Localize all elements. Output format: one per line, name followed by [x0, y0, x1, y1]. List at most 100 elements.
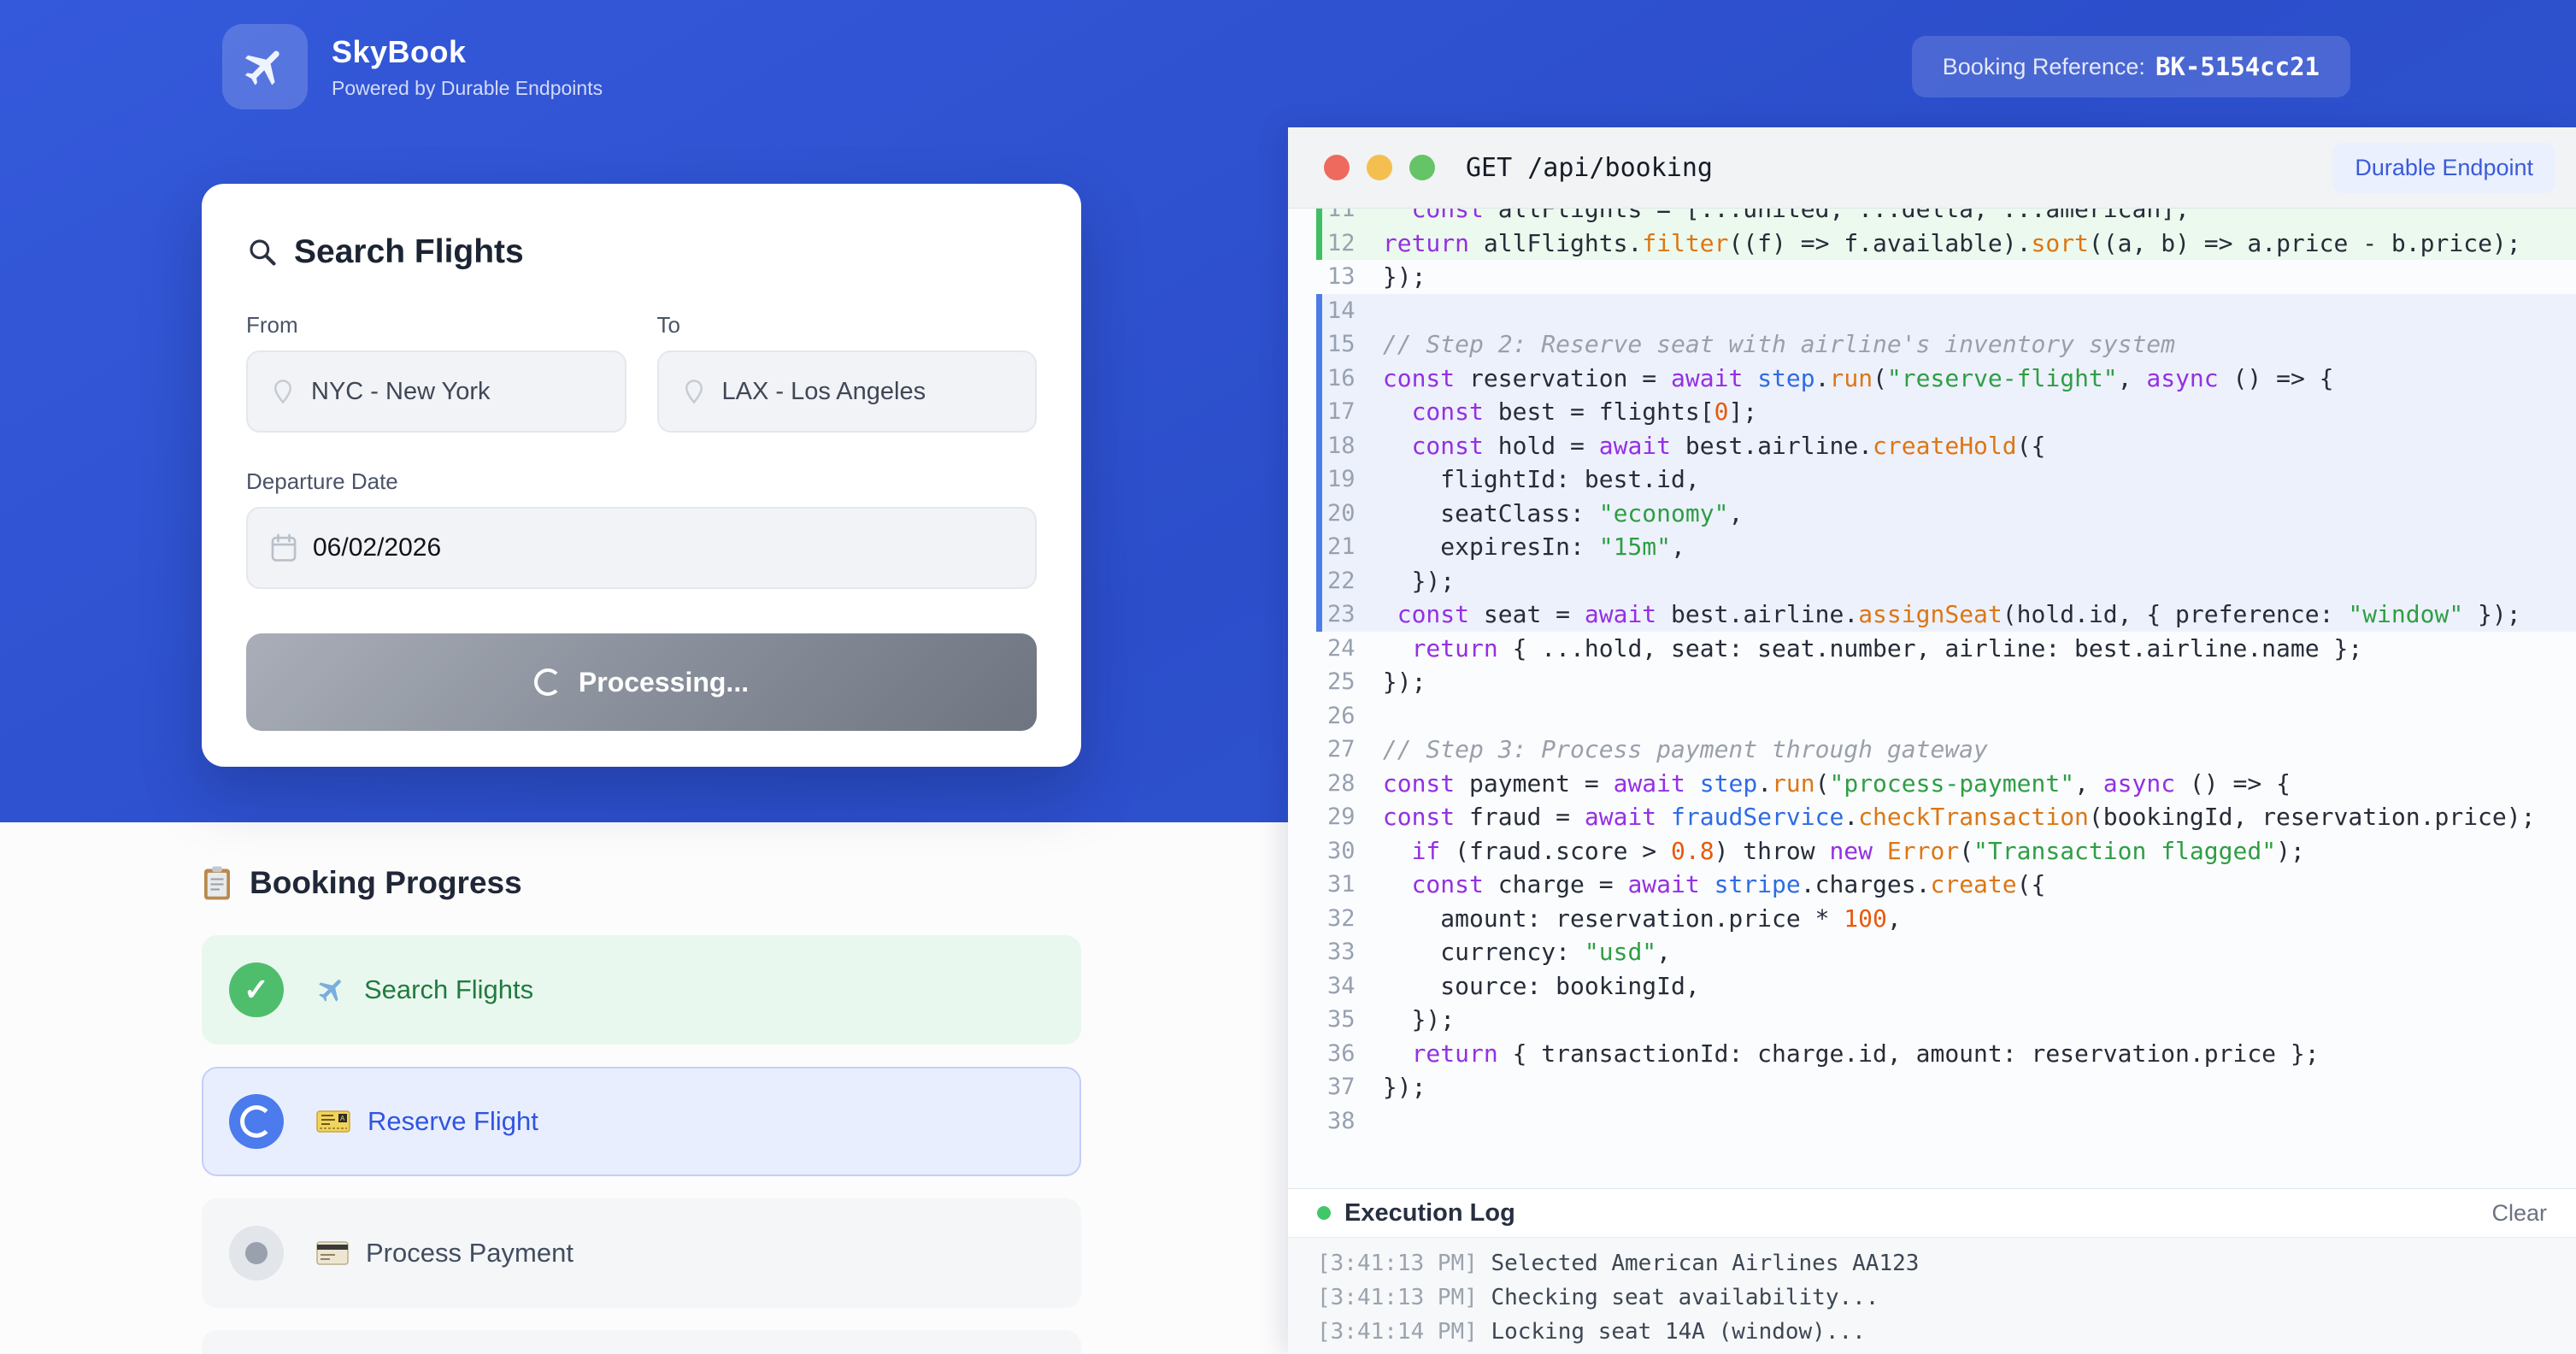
line-number: 15	[1322, 327, 1362, 362]
brand: SkyBook Powered by Durable Endpoints	[222, 24, 603, 109]
loading-spinner-icon	[534, 668, 562, 696]
code-text: const seat = await best.airline.assignSe…	[1368, 598, 2521, 632]
step-row-process-payment: Process Payment	[202, 1198, 1081, 1308]
step-label: Reserve Flight	[368, 1106, 538, 1137]
code-line: 20 seatClass: "economy",	[1316, 497, 2576, 531]
execution-log-entries: [3:41:13 PM] Selected American Airlines …	[1288, 1238, 2576, 1354]
location-pin-icon	[270, 379, 296, 404]
line-number: 24	[1322, 632, 1362, 666]
line-number: 38	[1322, 1104, 1362, 1139]
code-line: 33 currency: "usd",	[1316, 935, 2576, 969]
code-text: });	[1368, 1070, 1426, 1104]
log-message: Selected American Airlines AA123	[1491, 1251, 1920, 1276]
search-submit-button[interactable]: Processing...	[246, 633, 1037, 731]
code-text: // Step 2: Reserve seat with airline's i…	[1368, 327, 2175, 362]
code-text: });	[1368, 665, 1426, 699]
line-number: 23	[1322, 598, 1362, 632]
line-number: 12	[1322, 227, 1362, 261]
spinner-icon	[240, 1105, 273, 1138]
line-number: 19	[1322, 462, 1362, 497]
code-line: 12 return allFlights.filter((f) => f.ava…	[1316, 227, 2576, 261]
app-tagline: Powered by Durable Endpoints	[332, 77, 603, 100]
pending-dot-icon	[245, 1242, 268, 1264]
code-text: return { ...hold, seat: seat.number, air…	[1368, 632, 2362, 666]
log-timestamp: [3:41:14 PM]	[1317, 1319, 1491, 1345]
departure-date-input[interactable]: 06/02/2026	[246, 507, 1037, 589]
step-label: Search Flights	[364, 974, 533, 1005]
booking-progress-title: Booking Progress	[202, 865, 1081, 901]
from-value: NYC - New York	[311, 378, 491, 406]
log-timestamp: [3:41:13 PM]	[1317, 1285, 1491, 1310]
window-close-icon	[1324, 155, 1350, 180]
code-line: 26	[1316, 699, 2576, 733]
clipboard-icon	[202, 865, 232, 901]
durable-endpoint-badge[interactable]: Durable Endpoint	[2332, 143, 2555, 193]
line-number: 21	[1322, 530, 1362, 564]
step-status-circle	[229, 1226, 284, 1280]
app-title: SkyBook	[332, 34, 603, 70]
line-number: 30	[1322, 834, 1362, 868]
code-line: 28 const payment = await step.run("proce…	[1316, 767, 2576, 801]
line-number: 33	[1322, 935, 1362, 969]
code-line: 37 });	[1316, 1070, 2576, 1104]
line-number: 28	[1322, 767, 1362, 801]
step-status-circle: ✓	[229, 963, 284, 1017]
code-panel: GET /api/booking Durable Endpoint 11 con…	[1288, 127, 2576, 1354]
code-text: source: bookingId,	[1368, 969, 1700, 1004]
endpoint-path: GET /api/booking	[1466, 153, 1713, 183]
code-text: const allFlights = [...united, ...delta,…	[1368, 209, 2190, 227]
code-text: });	[1368, 1003, 1455, 1037]
step-label: Process Payment	[366, 1238, 573, 1269]
code-text: amount: reservation.price * 100,	[1368, 902, 1902, 936]
svg-text:A: A	[340, 1115, 345, 1122]
code-line: 14	[1316, 294, 2576, 328]
to-input[interactable]: LAX - Los Angeles	[657, 350, 1038, 433]
code-line: 13 });	[1316, 260, 2576, 294]
status-dot-icon	[1317, 1206, 1331, 1220]
code-line: 17 const best = flights[0];	[1316, 395, 2576, 429]
app-header: SkyBook Powered by Durable Endpoints Boo…	[0, 0, 2576, 109]
to-label: To	[657, 312, 1038, 338]
code-editor[interactable]: 11 const allFlights = [...united, ...del…	[1288, 209, 2576, 1188]
code-text: const payment = await step.run("process-…	[1368, 767, 2291, 801]
code-line: 35 });	[1316, 1003, 2576, 1037]
page: SkyBook Powered by Durable Endpoints Boo…	[0, 0, 2576, 1354]
search-flights-card: Search Flights From NYC - New York To	[202, 184, 1081, 767]
execution-log-header: Execution Log Clear	[1288, 1189, 2576, 1238]
line-number: 26	[1322, 699, 1362, 733]
app-logo	[222, 24, 308, 109]
code-text: // Step 3: Process payment through gatew…	[1368, 733, 1988, 767]
line-number: 27	[1322, 733, 1362, 767]
log-entry: [3:41:13 PM] Selected American Airlines …	[1317, 1246, 2547, 1280]
date-label: Departure Date	[246, 468, 1037, 495]
from-field-group: From NYC - New York	[246, 312, 626, 433]
booking-reference-label: Booking Reference:	[1943, 54, 2145, 80]
code-line: 24 return { ...hold, seat: seat.number, …	[1316, 632, 2576, 666]
code-text: });	[1368, 564, 1455, 598]
code-text: if (fraud.score > 0.8) throw new Error("…	[1368, 834, 2305, 868]
booking-reference-value: BK-5154cc21	[2155, 52, 2320, 81]
code-line: 38	[1316, 1104, 2576, 1139]
clear-log-button[interactable]: Clear	[2491, 1200, 2547, 1227]
search-icon	[246, 236, 279, 268]
code-line: 29 const fraud = await fraudService.chec…	[1316, 800, 2576, 834]
execution-log-panel: Execution Log Clear [3:41:13 PM] Selecte…	[1288, 1188, 2576, 1354]
code-line: 31 const charge = await stripe.charges.c…	[1316, 868, 2576, 902]
window-minimize-icon	[1367, 155, 1392, 180]
execution-log-title: Execution Log	[1344, 1199, 1515, 1227]
booking-progress-title-text: Booking Progress	[250, 865, 522, 901]
code-line: 30 if (fraud.score > 0.8) throw new Erro…	[1316, 834, 2576, 868]
code-text: seatClass: "economy",	[1368, 497, 1743, 531]
code-text: const reservation = await step.run("rese…	[1368, 362, 2334, 396]
line-number: 32	[1322, 902, 1362, 936]
step-status-circle	[229, 1094, 284, 1149]
to-field-group: To LAX - Los Angeles	[657, 312, 1038, 433]
to-value: LAX - Los Angeles	[722, 378, 926, 406]
search-card-title: Search Flights	[246, 233, 1037, 271]
airplane-icon	[231, 32, 298, 100]
from-input[interactable]: NYC - New York	[246, 350, 626, 433]
code-text: const hold = await best.airline.createHo…	[1368, 429, 2045, 463]
log-entry: [3:41:14 PM] Locking seat 14A (window)..…	[1317, 1315, 2547, 1349]
code-text: const fraud = await fraudService.checkTr…	[1368, 800, 2536, 834]
code-line: 32 amount: reservation.price * 100,	[1316, 902, 2576, 936]
